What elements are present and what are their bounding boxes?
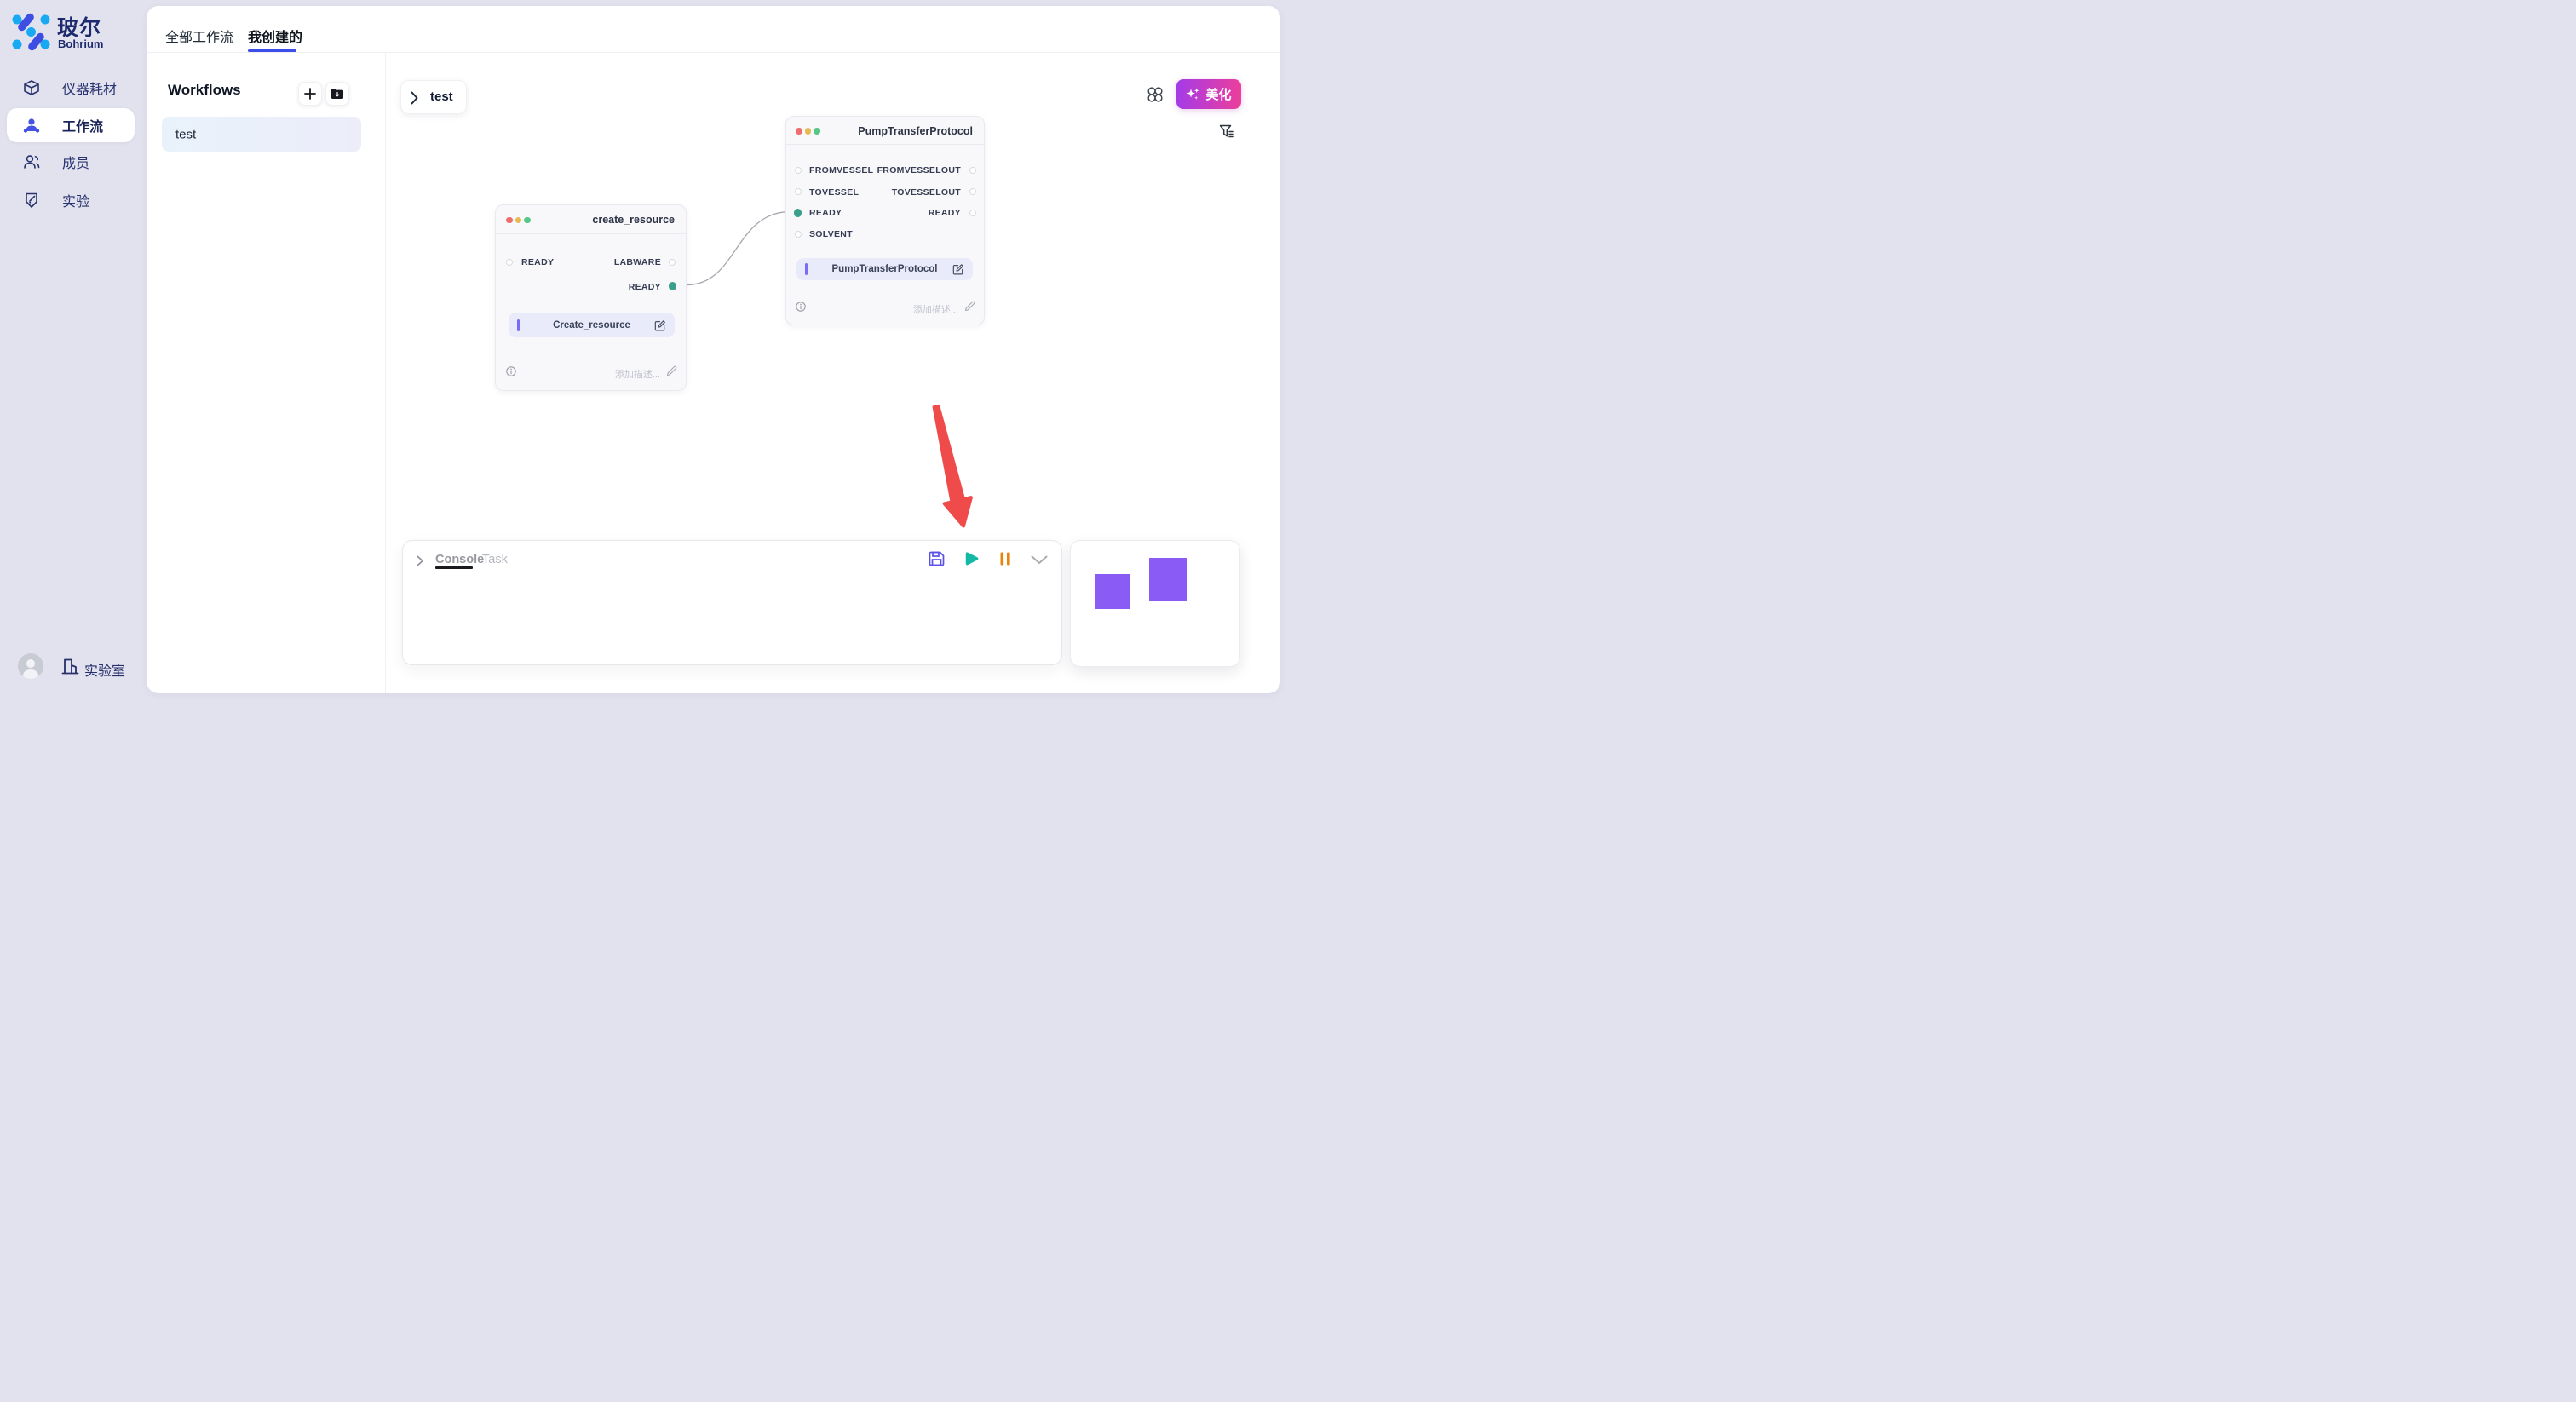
traffic-dot-yellow — [515, 217, 522, 224]
person-icon — [22, 116, 41, 135]
workflow-name: test — [175, 127, 196, 141]
edit-icon[interactable] — [952, 263, 964, 276]
avatar-person-icon — [18, 653, 43, 679]
description-placeholder[interactable]: 添加描述... — [913, 302, 958, 316]
bohrium-workflow-app: { "app": { "logo_title": "玻尔", "logo_sub… — [0, 0, 1288, 701]
input-port-label: SOLVENT — [809, 229, 853, 239]
output-port-fromvesselout[interactable] — [969, 167, 976, 174]
output-port-label: FROMVESSELOUT — [877, 165, 961, 175]
sidebar-item-workflow[interactable]: 工作流 — [7, 108, 135, 142]
tab-created-by-me[interactable]: 我创建的 — [248, 26, 302, 46]
input-port-fromvessel[interactable] — [795, 167, 802, 174]
app-subtitle: Bohrium — [58, 37, 103, 50]
console-panel: Console Task — [402, 540, 1062, 665]
sidebar-item-consumables[interactable]: 仪器耗材 — [7, 71, 135, 105]
traffic-dot-red — [506, 217, 513, 224]
components-icon[interactable] — [1147, 87, 1163, 102]
output-port-label: READY — [929, 208, 961, 218]
output-port-tovesselout[interactable] — [969, 188, 976, 195]
sidebar-item-experiment[interactable]: 实验 — [7, 183, 135, 217]
input-port-label: TOVESSEL — [809, 187, 859, 198]
input-port-label: FROMVESSEL — [809, 165, 873, 175]
workflow-list-item-test[interactable]: test — [162, 117, 361, 152]
description-placeholder[interactable]: 添加描述... — [615, 367, 660, 381]
members-icon — [22, 152, 41, 171]
sidebar-item-members[interactable]: 成员 — [7, 145, 135, 179]
lab-building-icon — [60, 657, 80, 676]
panel-divider — [385, 53, 386, 693]
tab-all-workflows[interactable]: 全部工作流 — [165, 26, 233, 46]
input-port-solvent[interactable] — [795, 231, 802, 238]
node-action-pill[interactable]: Create_resource — [509, 313, 675, 337]
input-port-label: READY — [809, 208, 842, 218]
node-title: create_resource — [592, 214, 675, 226]
collapse-chevron-icon[interactable] — [417, 555, 424, 566]
node-pump-transfer-protocol[interactable]: PumpTransferProtocol FROMVESSEL FROMVESS… — [785, 116, 985, 325]
chevron-right-icon — [411, 91, 418, 105]
traffic-dot-green — [524, 217, 531, 224]
output-port-label: LABWARE — [614, 257, 661, 267]
tab-task[interactable]: Task — [482, 553, 508, 566]
breadcrumb-label: test — [430, 89, 453, 104]
plus-icon — [304, 88, 316, 100]
node-header[interactable]: PumpTransferProtocol — [786, 117, 984, 145]
canvas-breadcrumb[interactable]: test — [400, 80, 467, 114]
input-port-label: READY — [521, 257, 554, 267]
bohrium-logo-icon — [12, 13, 50, 51]
save-icon[interactable] — [929, 551, 945, 566]
sidebar-item-label: 仪器耗材 — [62, 78, 117, 98]
console-tab-indicator — [435, 566, 473, 569]
node-create-resource[interactable]: create_resource READY LABWARE READY Crea… — [495, 204, 687, 391]
pill-label: Create_resource — [509, 320, 675, 330]
beautify-label: 美化 — [1205, 85, 1231, 103]
pill-label: PumpTransferProtocol — [796, 264, 973, 274]
output-port-ready-connected[interactable] — [669, 282, 677, 290]
input-port-tovessel[interactable] — [795, 188, 802, 195]
sidebar-item-label: 成员 — [62, 152, 89, 172]
sidebar-item-label: 工作流 — [62, 115, 103, 135]
traffic-dot-yellow — [805, 128, 812, 135]
output-port-labware[interactable] — [669, 259, 676, 266]
output-port-label: READY — [629, 282, 661, 292]
output-port-label: TOVESSELOUT — [892, 187, 961, 198]
experiment-icon — [22, 191, 41, 210]
info-icon[interactable] — [796, 302, 806, 312]
tab-console[interactable]: Console — [435, 553, 484, 566]
pencil-icon[interactable] — [964, 301, 975, 312]
node-header[interactable]: create_resource — [496, 205, 686, 234]
edit-icon[interactable] — [653, 319, 666, 331]
node-title: PumpTransferProtocol — [858, 125, 973, 137]
input-port-ready-connected[interactable] — [794, 209, 802, 217]
workflows-panel-title: Workflows — [168, 82, 241, 99]
tabs-divider — [147, 52, 1280, 53]
lab-switcher[interactable]: 实验室 — [84, 659, 125, 680]
input-port-ready[interactable] — [506, 259, 513, 266]
traffic-dot-red — [796, 128, 802, 135]
user-avatar[interactable] — [18, 653, 43, 679]
canvas-minimap[interactable] — [1070, 540, 1240, 667]
info-icon[interactable] — [506, 366, 516, 376]
package-icon — [22, 78, 41, 97]
output-port-ready[interactable] — [969, 210, 976, 216]
traffic-dot-green — [814, 128, 820, 135]
import-workflow-button[interactable] — [325, 82, 349, 106]
node-action-pill[interactable]: PumpTransferProtocol — [796, 258, 973, 280]
run-play-icon[interactable] — [963, 551, 980, 566]
sparkles-icon — [1186, 87, 1200, 101]
sidebar-item-label: 实验 — [62, 190, 89, 210]
minimap-node-pump-transfer — [1149, 558, 1187, 601]
pencil-icon[interactable] — [666, 365, 677, 376]
sidebar: 玻尔 Bohrium 仪器耗材 工作流 成员 实验 — [0, 0, 147, 701]
minimap-node-create-resource — [1095, 574, 1130, 609]
beautify-button[interactable]: 美化 — [1176, 79, 1241, 109]
add-workflow-button[interactable] — [298, 82, 322, 106]
pause-icon[interactable] — [999, 552, 1011, 566]
chevron-down-icon[interactable] — [1031, 555, 1048, 565]
filter-icon[interactable] — [1219, 124, 1235, 139]
folder-download-icon — [331, 88, 344, 100]
